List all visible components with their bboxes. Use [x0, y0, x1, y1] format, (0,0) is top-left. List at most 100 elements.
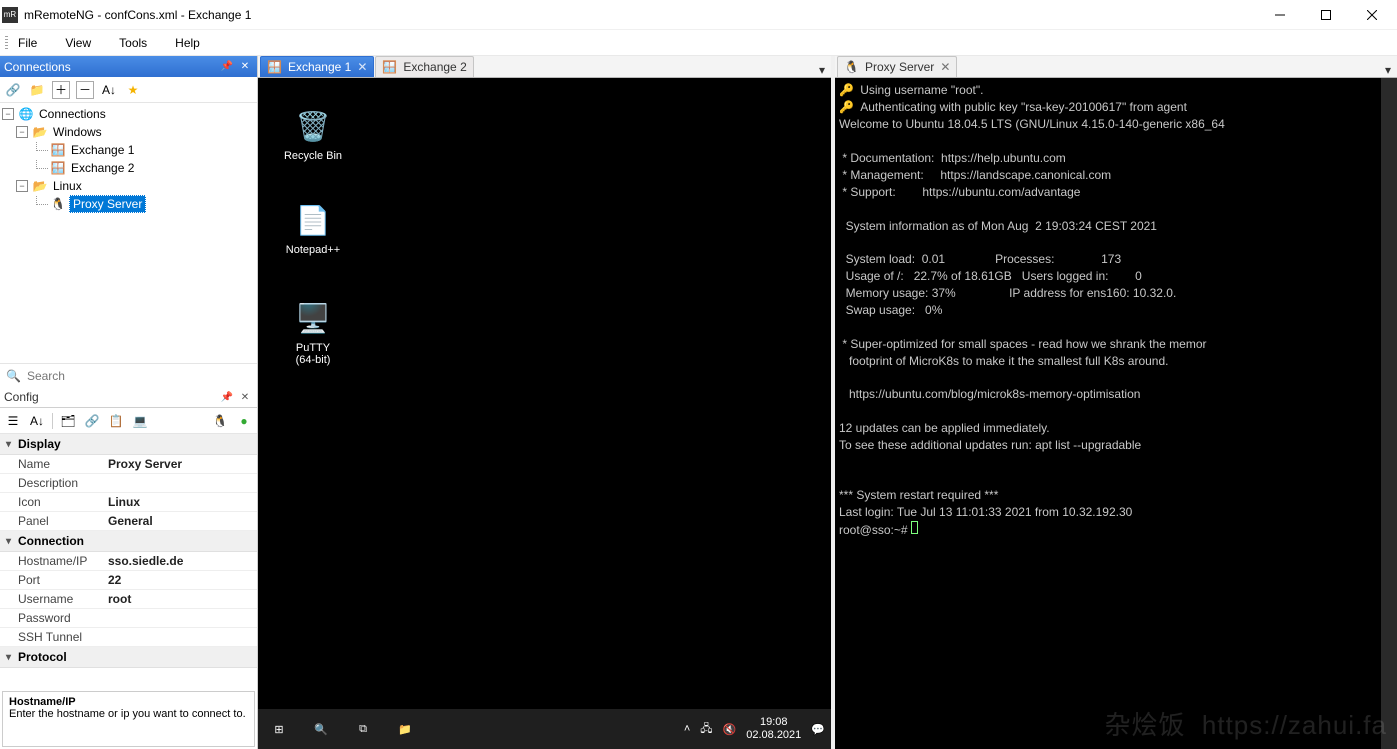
network-icon[interactable]: 🖧 — [700, 720, 712, 739]
search-bar[interactable]: 🔍 Search — [0, 363, 257, 387]
categorized-icon[interactable]: ☰ — [4, 412, 22, 430]
twist-icon[interactable]: − — [2, 108, 14, 120]
sort-icon[interactable]: A↓ — [100, 81, 118, 99]
tree-label: Exchange 1 — [69, 142, 136, 158]
prop-icon[interactable]: 🗂 — [59, 412, 77, 430]
tabs-dropdown-icon[interactable]: ▾ — [1379, 63, 1397, 77]
terminal-scrollbar[interactable] — [1381, 78, 1397, 749]
watermark: 杂烩饭 https://zahui.fa — [1104, 708, 1387, 743]
start-button[interactable]: ⊞ — [258, 709, 300, 749]
desktop-notepadpp[interactable]: 📄 Notepad++ — [276, 200, 350, 256]
category-protocol[interactable]: ▾Protocol — [0, 647, 257, 668]
defaults-icon[interactable]: 📋 — [107, 412, 125, 430]
windows-icon: 🪟 — [382, 60, 397, 74]
clock-time: 19:08 — [746, 716, 801, 729]
close-tab-icon[interactable]: ✕ — [940, 60, 950, 74]
desktop-icon-label: PuTTY (64-bit) — [276, 342, 350, 366]
prop-value: root — [108, 592, 257, 606]
tree-folder-windows[interactable]: − 📂 Windows — [2, 123, 255, 141]
term-line: * Management: https://landscape.canonica… — [839, 168, 1111, 182]
prop-row[interactable]: Port22 — [0, 571, 257, 590]
prop-row[interactable]: Usernameroot — [0, 590, 257, 609]
property-help: Hostname/IP Enter the hostname or ip you… — [2, 691, 255, 747]
inherit-icon[interactable]: 🔗 — [83, 412, 101, 430]
pin-icon[interactable]: 📌 — [219, 389, 235, 405]
chevron-up-icon[interactable]: ˄ — [684, 723, 690, 735]
desktop-icon-label: Notepad++ — [276, 244, 350, 256]
menu-help[interactable]: Help — [171, 34, 204, 52]
tabs-dropdown-icon[interactable]: ▾ — [813, 63, 831, 77]
taskview-search-icon[interactable]: 🔍 — [300, 709, 342, 749]
prop-row[interactable]: SSH Tunnel — [0, 628, 257, 647]
tab-label: Proxy Server — [865, 60, 934, 74]
taskbar-clock[interactable]: 19:08 02.08.2021 — [746, 716, 801, 741]
twist-icon[interactable]: − — [16, 180, 28, 192]
new-connection-icon[interactable]: 🔗 — [4, 81, 22, 99]
rdp-desktop[interactable]: 🗑️ Recycle Bin 📄 Notepad++ 🖥️ PuTTY (64-… — [258, 78, 831, 749]
tab-exchange1[interactable]: 🪟 Exchange 1 ✕ — [260, 56, 374, 77]
connection-tree[interactable]: − 🌐 Connections − 📂 Windows 🪟 Exchange 1… — [0, 103, 257, 363]
term-line: Using username "root". — [860, 83, 983, 97]
new-folder-icon[interactable]: 📁 — [28, 81, 46, 99]
explorer-icon[interactable]: 📁 — [384, 709, 426, 749]
tree-item-proxyserver[interactable]: 🐧 Proxy Server — [2, 195, 255, 213]
term-line: Swap usage: 0% — [839, 303, 942, 317]
term-line: System information as of Mon Aug 2 19:03… — [839, 219, 1157, 233]
rdp-tab-strip: 🪟 Exchange 1 ✕ 🪟 Exchange 2 ▾ — [258, 56, 831, 78]
linux-icon: 🐧 — [844, 60, 859, 74]
maximize-button[interactable] — [1303, 0, 1349, 30]
twist-icon[interactable]: − — [16, 126, 28, 138]
host-icon[interactable]: 💻 — [131, 412, 149, 430]
favorite-icon[interactable]: ★ — [124, 81, 142, 99]
term-line: Usage of /: 22.7% of 18.61GB Users logge… — [839, 269, 1142, 283]
prop-row[interactable]: PanelGeneral — [0, 512, 257, 531]
connections-toolbar: 🔗 📁 ＋ － A↓ ★ — [0, 77, 257, 103]
config-panel-title: Config — [4, 390, 217, 404]
minimize-button[interactable] — [1257, 0, 1303, 30]
taskview-icon[interactable]: ⧉ — [342, 709, 384, 749]
term-line: * Documentation: https://help.ubuntu.com — [839, 151, 1066, 165]
desktop-putty[interactable]: 🖥️ PuTTY (64-bit) — [276, 298, 350, 366]
term-line: * Support: https://ubuntu.com/advantage — [839, 185, 1080, 199]
key-icon: 🔑 — [839, 99, 853, 115]
menu-file[interactable]: File — [14, 34, 41, 52]
ssh-terminal[interactable]: 🔑 Using username "root". 🔑 Authenticatin… — [835, 78, 1397, 749]
property-grid[interactable]: ▾Display NameProxy Server Description Ic… — [0, 434, 257, 689]
prop-row[interactable]: Hostname/IPsso.siedle.de — [0, 552, 257, 571]
collapse-icon[interactable]: － — [76, 81, 94, 99]
tree-item-exchange2[interactable]: 🪟 Exchange 2 — [2, 159, 255, 177]
linux-icon: 🐧 — [211, 412, 229, 430]
category-connection[interactable]: ▾Connection — [0, 531, 257, 552]
term-line: To see these additional updates run: apt… — [839, 438, 1141, 452]
windows-taskbar[interactable]: ⊞ 🔍 ⧉ 📁 ˄ 🖧 🔇 19:08 02.08.2021 💬 — [258, 709, 831, 749]
windows-icon: 🪟 — [267, 60, 282, 74]
tab-proxyserver[interactable]: 🐧 Proxy Server ✕ — [837, 56, 957, 77]
tree-root[interactable]: − 🌐 Connections — [2, 105, 255, 123]
expand-icon[interactable]: ＋ — [52, 81, 70, 99]
volume-mute-icon[interactable]: 🔇 — [723, 723, 737, 736]
prop-row[interactable]: IconLinux — [0, 493, 257, 512]
connections-panel-header: Connections 📌 ✕ — [0, 56, 257, 77]
windows-icon: 🪟 — [50, 160, 66, 176]
close-panel-icon[interactable]: ✕ — [237, 389, 253, 405]
prop-row[interactable]: Password — [0, 609, 257, 628]
notifications-icon[interactable]: 💬 — [811, 723, 825, 736]
close-tab-icon[interactable]: ✕ — [357, 60, 367, 74]
tab-exchange2[interactable]: 🪟 Exchange 2 — [375, 56, 473, 77]
close-panel-icon[interactable]: ✕ — [237, 59, 253, 75]
menu-tools[interactable]: Tools — [115, 34, 151, 52]
prop-row[interactable]: Description — [0, 474, 257, 493]
cursor-icon — [911, 521, 918, 534]
status-dot-icon: ● — [235, 412, 253, 430]
category-display[interactable]: ▾Display — [0, 434, 257, 455]
close-button[interactable] — [1349, 0, 1395, 30]
prop-row[interactable]: NameProxy Server — [0, 455, 257, 474]
tree-item-exchange1[interactable]: 🪟 Exchange 1 — [2, 141, 255, 159]
menu-view[interactable]: View — [61, 34, 95, 52]
pin-icon[interactable]: 📌 — [219, 59, 235, 75]
tree-folder-linux[interactable]: − 📂 Linux — [2, 177, 255, 195]
term-line: Last login: Tue Jul 13 11:01:33 2021 fro… — [839, 505, 1132, 519]
alphabetical-icon[interactable]: A↓ — [28, 412, 46, 430]
desktop-recycle-bin[interactable]: 🗑️ Recycle Bin — [276, 106, 350, 162]
menu-grip-icon — [5, 36, 8, 50]
